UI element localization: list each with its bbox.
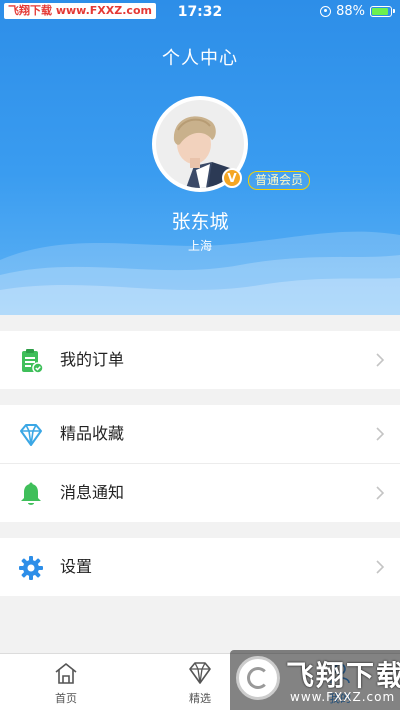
diamond-icon xyxy=(20,424,42,446)
vip-badge-icon: V xyxy=(222,168,242,188)
status-bar: 飞翔下载 www.FXXZ.com 17:32 88% xyxy=(0,0,400,24)
menu-group-settings: 设置 xyxy=(0,538,400,596)
status-right-group: 88% xyxy=(320,4,395,19)
watermark-url: www.FXXZ.com xyxy=(290,690,396,704)
battery-percent: 88% xyxy=(336,4,365,19)
watermark-title: 飞翔下载 xyxy=(286,659,400,692)
chevron-right-icon xyxy=(376,486,385,500)
user-name: 张东城 xyxy=(171,211,229,233)
tab-label-home: 首页 xyxy=(55,692,77,705)
chevron-right-icon xyxy=(376,353,385,367)
page-title: 个人中心 xyxy=(162,48,238,69)
user-location: 上海 xyxy=(187,239,212,253)
menu-item-notifications[interactable]: 消息通知 xyxy=(0,463,400,522)
chevron-right-icon xyxy=(376,560,385,574)
menu-item-favorites[interactable]: 精品收藏 xyxy=(0,405,400,463)
menu-group-orders: 我的订单 xyxy=(0,331,400,389)
rotation-lock-icon xyxy=(320,6,332,17)
home-icon xyxy=(55,663,77,684)
battery-icon xyxy=(370,6,395,17)
gear-icon xyxy=(19,556,43,580)
diamond-icon xyxy=(189,662,211,684)
menu-label-settings: 设置 xyxy=(60,557,93,576)
watermark-overlay: 飞翔下载 www.FXXZ.com xyxy=(230,650,400,710)
member-level-badge: 普通会员 xyxy=(248,171,311,190)
profile-header: 飞翔下载 www.FXXZ.com 17:32 88% 个人中心 V 普通会员 … xyxy=(0,0,400,315)
menu-label-notifications: 消息通知 xyxy=(60,483,125,502)
bell-icon xyxy=(21,482,41,505)
order-clipboard-icon xyxy=(22,349,44,374)
menu-label-orders: 我的订单 xyxy=(60,350,125,369)
menu-label-favorites: 精品收藏 xyxy=(60,424,125,443)
menu-group-favorites: 精品收藏 消息通知 xyxy=(0,405,400,522)
header-waves-decoration xyxy=(0,231,400,315)
menu-item-settings[interactable]: 设置 xyxy=(0,538,400,596)
battery-fill xyxy=(372,8,388,15)
chevron-right-icon xyxy=(376,427,385,441)
menu-item-orders[interactable]: 我的订单 xyxy=(0,331,400,389)
tab-home[interactable]: 首页 xyxy=(16,654,116,711)
watermark-logo-icon xyxy=(236,656,280,700)
